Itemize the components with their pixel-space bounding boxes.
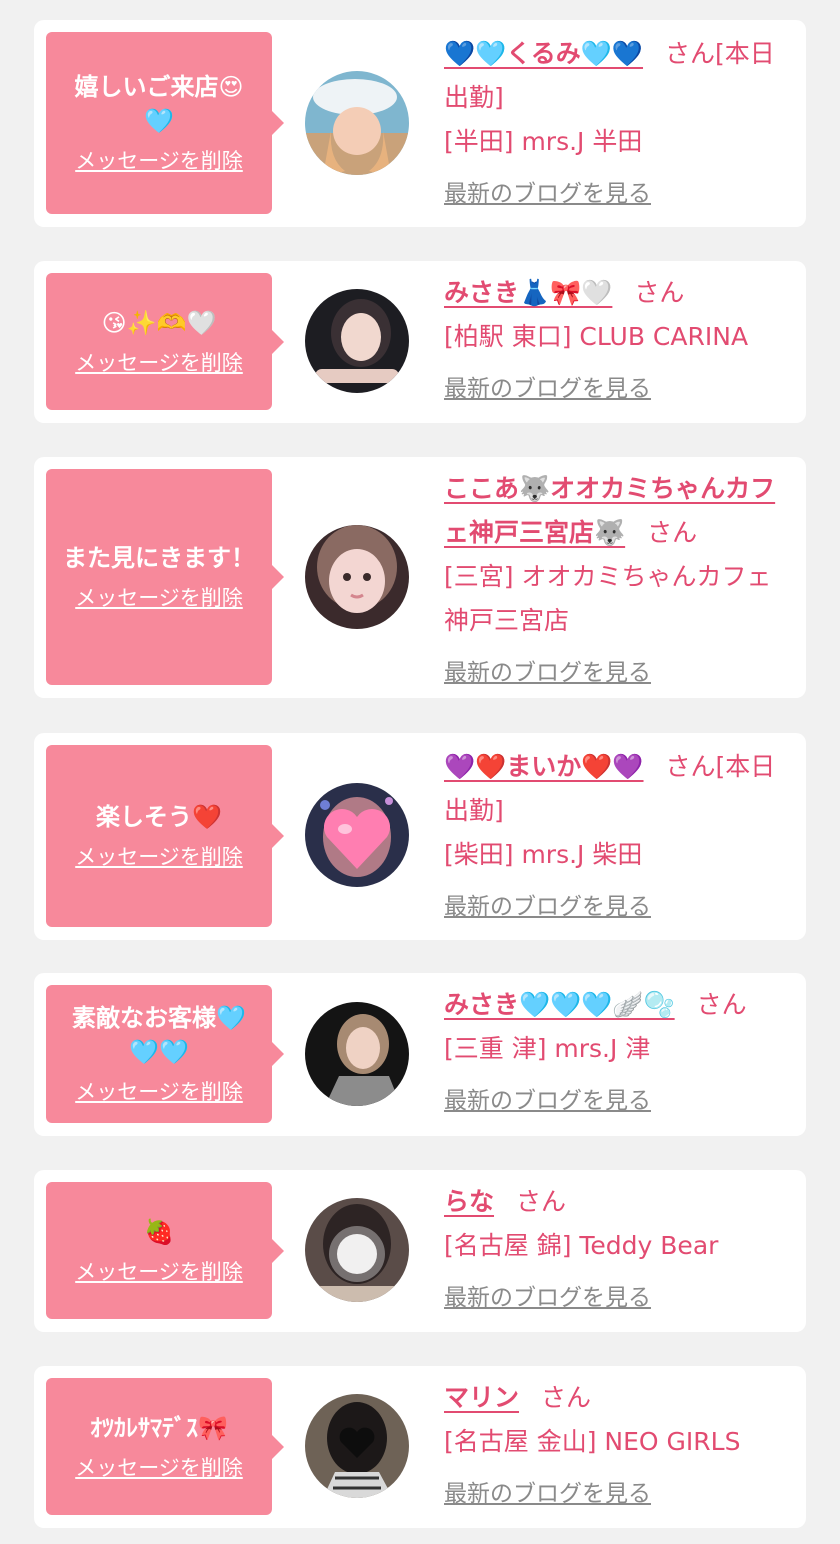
avatar[interactable] [305, 1198, 409, 1302]
cast-info: みさき🩵🩵🩵🪽🫧 さん [三重 津] mrs.J 津 最新のブログを見る [444, 983, 794, 1121]
delete-message-link[interactable]: メッセージを削除 [75, 146, 243, 176]
cast-info: 💜❤️まいか❤️💜 さん[本日出勤] [柴田] mrs.J 柴田 最新のブログを見… [444, 745, 794, 927]
delete-message-link[interactable]: メッセージを削除 [75, 1257, 243, 1287]
message-card: 嬉しいご来店😍🩵 メッセージを削除 💙🩵くるみ🩵💙 さん[本日出勤] [半田] m… [34, 20, 806, 227]
latest-blog-link[interactable]: 最新のブログを見る [444, 174, 794, 214]
honorific-text: さん [647, 518, 698, 547]
message-list: 嬉しいご来店😍🩵 メッセージを削除 💙🩵くるみ🩵💙 さん[本日出勤] [半田] m… [0, 0, 840, 1544]
avatar[interactable] [305, 1002, 409, 1106]
cast-name-link[interactable]: みさき🩵🩵🩵🪽🫧 [444, 990, 675, 1019]
cast-name-link[interactable]: マリン [444, 1383, 519, 1412]
latest-blog-link[interactable]: 最新のブログを見る [444, 1474, 794, 1514]
honorific-text: さん [696, 990, 747, 1019]
message-text: 素敵なお客様🩵🩵🩵 [72, 1004, 246, 1066]
honorific-text: さん [541, 1383, 592, 1412]
avatar[interactable] [305, 525, 409, 629]
delete-message-link[interactable]: メッセージを削除 [75, 842, 243, 872]
cast-name-link[interactable]: 💙🩵くるみ🩵💙 [444, 39, 643, 68]
message-text: ｵﾂｶﾚｻﾏﾃﾞｽ🎀 [90, 1413, 228, 1442]
message-text: 😘✨🫶🤍 [101, 308, 217, 337]
shop-text: [名古屋 錦] Teddy Bear [444, 1231, 719, 1260]
message-card: また見にきます！ メッセージを削除 ここあ🐺オオカミちゃんカフェ神戸三宮店🐺 さん… [34, 457, 806, 698]
delete-message-link[interactable]: メッセージを削除 [75, 583, 243, 613]
message-card: ｵﾂｶﾚｻﾏﾃﾞｽ🎀 メッセージを削除 マリン さん [名古屋 金山] NEO G… [34, 1366, 806, 1528]
message-text: 嬉しいご来店😍🩵 [74, 73, 244, 135]
avatar[interactable] [305, 783, 409, 887]
message-bubble: また見にきます！ メッセージを削除 [46, 469, 284, 685]
message-bubble: 楽しそう❤️ メッセージを削除 [46, 745, 284, 927]
honorific-text: さん [516, 1187, 567, 1216]
message-bubble: 🍓 メッセージを削除 [46, 1182, 284, 1319]
shop-text: [半田] mrs.J 半田 [444, 127, 643, 156]
latest-blog-link[interactable]: 最新のブログを見る [444, 887, 794, 927]
message-bubble: ｵﾂｶﾚｻﾏﾃﾞｽ🎀 メッセージを削除 [46, 1378, 284, 1515]
latest-blog-link[interactable]: 最新のブログを見る [444, 369, 794, 409]
message-bubble: 😘✨🫶🤍 メッセージを削除 [46, 273, 284, 410]
shop-text: [三重 津] mrs.J 津 [444, 1034, 651, 1063]
shop-text: [名古屋 金山] NEO GIRLS [444, 1427, 741, 1456]
message-text: 楽しそう❤️ [96, 803, 222, 831]
honorific-text: さん [634, 278, 685, 307]
delete-message-link[interactable]: メッセージを削除 [75, 348, 243, 378]
latest-blog-link[interactable]: 最新のブログを見る [444, 1081, 794, 1121]
cast-name-link[interactable]: ここあ🐺オオカミちゃんカフェ神戸三宮店🐺 [444, 474, 775, 547]
shop-text: [三宮] オオカミちゃんカフェ神戸三宮店 [444, 562, 772, 635]
cast-info: 💙🩵くるみ🩵💙 さん[本日出勤] [半田] mrs.J 半田 最新のブログを見る [444, 32, 794, 214]
latest-blog-link[interactable]: 最新のブログを見る [444, 653, 794, 693]
message-bubble: 嬉しいご来店😍🩵 メッセージを削除 [46, 32, 284, 214]
message-card: 🍓 メッセージを削除 らな さん [名古屋 錦] Teddy Bear 最新のブロ… [34, 1170, 806, 1332]
shop-text: [柴田] mrs.J 柴田 [444, 840, 643, 869]
cast-info: マリン さん [名古屋 金山] NEO GIRLS 最新のブログを見る [444, 1376, 794, 1514]
message-card: 😘✨🫶🤍 メッセージを削除 みさき👗🎀🤍 さん [柏駅 東口] CLUB CARI… [34, 261, 806, 423]
cast-info: ここあ🐺オオカミちゃんカフェ神戸三宮店🐺 さん [三宮] オオカミちゃんカフェ神戸… [444, 467, 794, 693]
avatar[interactable] [305, 289, 409, 393]
cast-name-link[interactable]: みさき👗🎀🤍 [444, 278, 612, 307]
message-text: また見にきます！ [63, 544, 255, 572]
avatar[interactable] [305, 1394, 409, 1498]
latest-blog-link[interactable]: 最新のブログを見る [444, 1278, 794, 1318]
cast-info: みさき👗🎀🤍 さん [柏駅 東口] CLUB CARINA 最新のブログを見る [444, 271, 794, 409]
cast-name-link[interactable]: らな [444, 1187, 494, 1216]
message-card: 楽しそう❤️ メッセージを削除 💜❤️まいか❤️💜 さん[本日出勤] [柴田] m… [34, 733, 806, 940]
cast-name-link[interactable]: 💜❤️まいか❤️💜 [444, 752, 644, 781]
message-text: 🍓 [144, 1217, 174, 1246]
message-card: 素敵なお客様🩵🩵🩵 メッセージを削除 みさき🩵🩵🩵🪽🫧 さん [三重 津] mrs… [34, 973, 806, 1136]
delete-message-link[interactable]: メッセージを削除 [75, 1077, 243, 1107]
message-bubble: 素敵なお客様🩵🩵🩵 メッセージを削除 [46, 985, 284, 1123]
delete-message-link[interactable]: メッセージを削除 [75, 1453, 243, 1483]
shop-text: [柏駅 東口] CLUB CARINA [444, 322, 749, 351]
avatar[interactable] [305, 71, 409, 175]
cast-info: らな さん [名古屋 錦] Teddy Bear 最新のブログを見る [444, 1180, 794, 1318]
